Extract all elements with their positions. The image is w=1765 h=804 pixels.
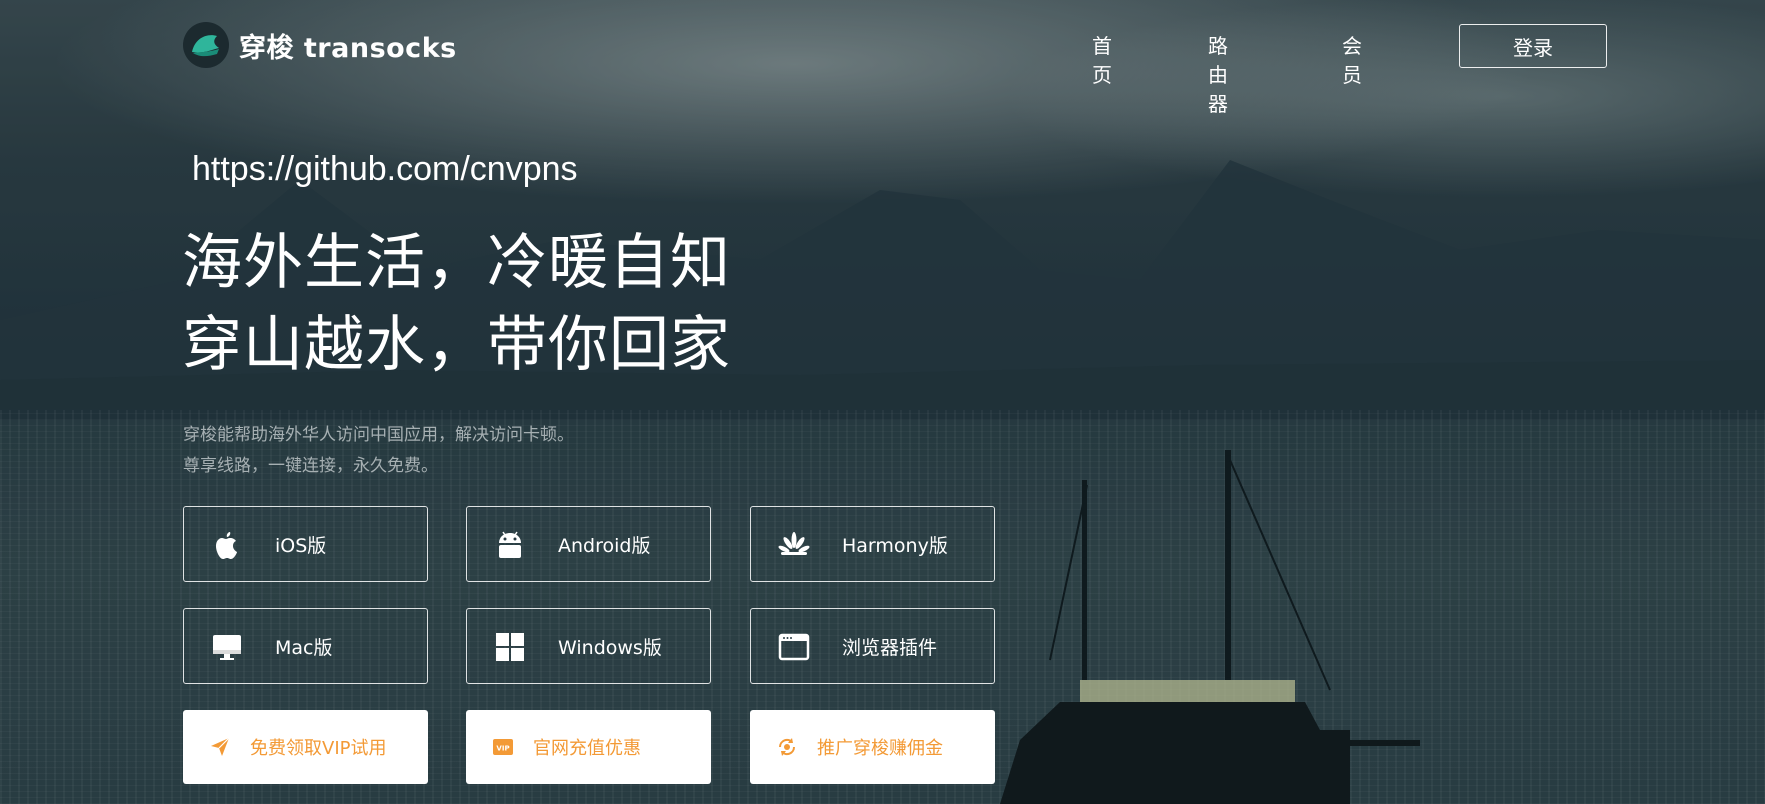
nav-item-router[interactable]: 路由器 [1208,30,1228,117]
windows-icon [496,633,524,661]
logo-mark-icon [183,22,229,68]
download-windows-button[interactable]: Windows版 [466,608,711,684]
recharge-discount-label: 官网充值优惠 [533,738,641,759]
vip-badge-icon: VIP [493,739,513,755]
referral-commission-label: 推广穿梭赚佣金 [817,738,943,759]
free-vip-trial-button[interactable]: 免费领取VIP试用 [183,710,428,784]
site-header: 穿梭 transocks 首页 路由器 会员 登录 [0,0,1765,116]
download-ios-label: iOS版 [275,534,327,557]
apple-icon [216,532,237,559]
sailing-ship-image [1000,450,1420,804]
recharge-discount-button[interactable]: VIP 官网充值优惠 [466,710,711,784]
refresh-coin-icon [778,738,796,756]
referral-commission-button[interactable]: 推广穿梭赚佣金 [750,710,995,784]
monitor-icon [213,635,241,660]
download-android-button[interactable]: Android版 [466,506,711,582]
svg-text:VIP: VIP [496,745,509,753]
free-vip-trial-label: 免费领取VIP试用 [250,738,387,759]
brand-logo[interactable]: 穿梭 transocks [183,22,457,68]
download-harmony-button[interactable]: Harmony版 [750,506,995,582]
download-windows-label: Windows版 [558,636,662,659]
nav-item-membership[interactable]: 会员 [1342,30,1362,88]
download-mac-label: Mac版 [275,636,333,659]
huawei-icon [778,532,810,555]
download-android-label: Android版 [558,534,651,557]
headline-line-2: 穿山越水，带你回家 [182,310,731,380]
subtitle-line-2: 尊享线路，一键连接，永久免费。 [183,456,438,476]
subtitle-line-1: 穿梭能帮助海外华人访问中国应用，解决访问卡顿。 [183,425,574,445]
download-browser-extension-button[interactable]: 浏览器插件 [750,608,995,684]
download-ios-button[interactable]: iOS版 [183,506,428,582]
download-mac-button[interactable]: Mac版 [183,608,428,684]
login-button[interactable]: 登录 [1459,24,1607,68]
brand-name: 穿梭 transocks [239,32,457,64]
android-icon [499,531,521,558]
nav-item-home[interactable]: 首页 [1092,30,1112,88]
github-url: https://github.com/cnvpns [192,150,578,188]
hero-headline: 海外生活，冷暖自知 穿山越水，带你回家 [182,222,731,386]
download-harmony-label: Harmony版 [842,534,948,557]
headline-line-1: 海外生活，冷暖自知 [182,228,731,298]
paper-plane-icon [211,737,230,756]
browser-window-icon [778,633,810,661]
hero-subtitle: 穿梭能帮助海外华人访问中国应用，解决访问卡顿。 尊享线路，一键连接，永久免费。 [183,420,574,482]
download-browser-extension-label: 浏览器插件 [842,636,938,659]
